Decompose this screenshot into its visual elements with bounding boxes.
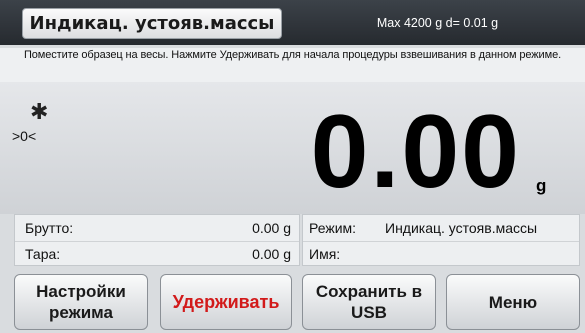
tare-value: 0.00 g [252, 246, 291, 262]
name-label: Имя: [309, 246, 341, 262]
mode-settings-button[interactable]: Настройки режима [14, 274, 148, 330]
tare-label: Тара: [25, 246, 61, 262]
hold-button[interactable]: Удерживать [160, 274, 292, 330]
mode-label: Режим: [309, 220, 357, 236]
weight-display-area: ✱ >0< 0.00 g [0, 82, 585, 214]
mode-settings-label: Настройки режима [36, 282, 126, 322]
weight-value: 0.00 [310, 94, 521, 210]
name-row: Имя: [303, 241, 579, 266]
save-usb-label: Сохранить в USB [315, 282, 423, 322]
stability-icon: ✱ [30, 100, 49, 125]
capacity-info: Max 4200 g d= 0.01 g [376, 16, 499, 30]
gross-value: 0.00 g [252, 220, 291, 236]
weight-unit: g [536, 176, 547, 195]
header-bar: Индикац. устояв.массы Max 4200 g d= 0.01… [0, 0, 585, 45]
save-usb-button[interactable]: Сохранить в USB [302, 274, 436, 330]
menu-label: Меню [488, 292, 538, 312]
mode-value: Индикац. устояв.массы [385, 220, 538, 236]
mode-row: Режим: Индикац. устояв.массы [303, 216, 579, 240]
mode-name-panel: Режим: Индикац. устояв.массы Имя: [302, 214, 580, 266]
gross-tare-panel: Брутто: 0.00 g Тара: 0.00 g [14, 214, 300, 266]
hold-label: Удерживать [172, 291, 280, 312]
zero-indicator: >0< [12, 128, 37, 144]
menu-button[interactable]: Меню [446, 274, 580, 330]
instruction-text: Поместите образец на весы. Нажмите Удерж… [0, 48, 585, 82]
mode-title[interactable]: Индикац. устояв.массы [22, 8, 282, 39]
gross-row: Брутто: 0.00 g [15, 216, 299, 240]
gross-label: Брутто: [25, 220, 74, 236]
tare-row: Тара: 0.00 g [15, 241, 299, 266]
